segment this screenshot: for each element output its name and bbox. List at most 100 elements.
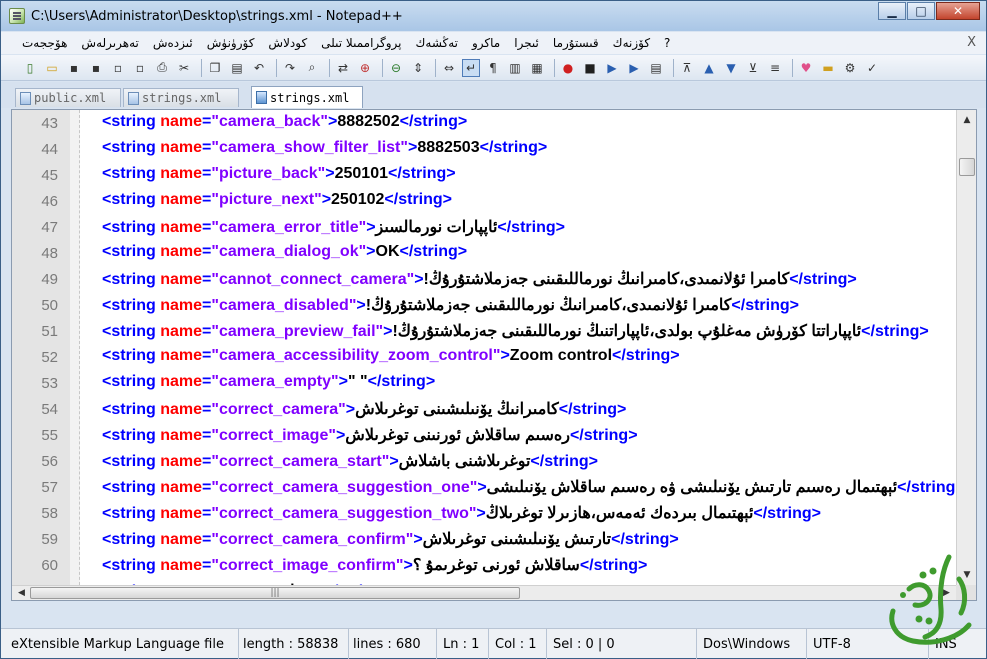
close-button[interactable]: ✕ xyxy=(936,2,980,20)
indent-guide-icon[interactable]: ▥ xyxy=(506,59,524,77)
code-line[interactable]: 45 <string name="picture_back">250101</st… xyxy=(12,162,957,188)
menu-item-3[interactable]: كۆرۈنۈش xyxy=(200,36,262,50)
find-icon[interactable]: ⌕ xyxy=(303,59,321,77)
user-lang-icon[interactable]: ▦ xyxy=(528,59,546,77)
code-line[interactable]: 54 <string name="correct_camera">كامىرانى… xyxy=(12,396,957,422)
menu-item-1[interactable]: تەھرىرلەش xyxy=(74,36,145,50)
menu-item-2[interactable]: ئىزدەش xyxy=(146,36,200,50)
xml-equals: = xyxy=(202,219,212,236)
sync-vertical-icon[interactable]: ⇕ xyxy=(409,59,427,77)
code-line[interactable]: 55 <string name="correct_image">رەسىم ساق… xyxy=(12,422,957,448)
sync-horizontal-icon[interactable]: ⇔ xyxy=(440,59,458,77)
code-line[interactable]: 53 <string name="camera_empty">" "</strin… xyxy=(12,370,957,396)
menu-item-8[interactable]: ئىجرا xyxy=(507,36,546,50)
copy-icon[interactable]: ❐ xyxy=(206,59,224,77)
editor[interactable]: 43 <string name="camera_back">8882502</st… xyxy=(11,109,977,601)
xml-attribute-name: name xyxy=(160,373,203,390)
toolbar: ▯ ▭ ▪ ▪ ▫ ▫ ⎙ ✂ ❐ ▤ ↶ ↷ ⌕ ⇄ ⊕ ⊖ ⇕ ⇔ ↵ ¶ ▥ ▦ ● ■ ▶ ▶ ▤ ⊼ ▲ ▼ ⊻ ≡ ♥ ▬ ⚙ ✓ xyxy=(1,55,986,81)
code-line[interactable]: 48 <string name="camera_dialog_ok">OK</st… xyxy=(12,240,957,266)
menu-item-11[interactable]: ? xyxy=(657,36,677,50)
up-icon[interactable]: ▲ xyxy=(700,59,718,77)
code-line[interactable]: 47 <string name="camera_error_title">ئاپپ… xyxy=(12,214,957,240)
vertical-scrollbar[interactable]: ▲ ▼ xyxy=(956,110,976,585)
record-macro-icon[interactable]: ● xyxy=(559,59,577,77)
code-line[interactable]: 58 <string name="correct_camera_suggestio… xyxy=(12,500,957,526)
list-icon[interactable]: ≡ xyxy=(766,59,784,77)
zoom-out-icon[interactable]: ⊖ xyxy=(387,59,405,77)
menu-item-10[interactable]: كۆزنەك xyxy=(606,36,657,50)
xml-tag-end: > xyxy=(500,347,510,364)
xml-close-tag: </string> xyxy=(399,113,468,130)
xml-attribute-name: name xyxy=(160,165,203,182)
expand-icon[interactable]: ⊻ xyxy=(744,59,762,77)
new-file-icon[interactable]: ▯ xyxy=(21,59,39,77)
xml-attribute-value: "correct_camera_confirm" xyxy=(211,531,414,548)
vertical-scroll-thumb[interactable] xyxy=(959,158,975,176)
title-bar[interactable]: C:\Users\Administrator\Desktop\strings.x… xyxy=(1,1,986,31)
replace-icon[interactable]: ⇄ xyxy=(334,59,352,77)
spellcheck-icon[interactable]: ✓ xyxy=(863,59,881,77)
down-icon[interactable]: ▼ xyxy=(722,59,740,77)
code-line[interactable]: 52 <string name="camera_accessibility_zoo… xyxy=(12,344,957,370)
close-icon[interactable]: ▫ xyxy=(109,59,127,77)
xml-attribute-value: "camera_error_title" xyxy=(211,219,367,236)
maximize-button[interactable]: □ xyxy=(907,2,935,20)
code-line[interactable]: 56 <string name="correct_camera_start">تو… xyxy=(12,448,957,474)
open-file-icon[interactable]: ▭ xyxy=(43,59,61,77)
code-line[interactable]: 57 <string name="correct_camera_suggestio… xyxy=(12,474,957,500)
tab-strings-xml[interactable]: strings.xml xyxy=(123,88,239,107)
menu-item-0[interactable]: ھۆججەت xyxy=(15,36,74,50)
code-line[interactable]: 43 <string name="camera_back">8882502</st… xyxy=(12,110,957,136)
horizontal-scrollbar[interactable]: ◀ ||| ▶ xyxy=(12,585,956,600)
menu-item-6[interactable]: تەڭشەك xyxy=(409,36,466,50)
xml-open-tag: <string xyxy=(102,113,161,130)
xml-close-tag: </string> xyxy=(611,531,679,548)
tab-strings-xml-active[interactable]: strings.xml xyxy=(251,86,363,108)
play-multiple-icon[interactable]: ▶ xyxy=(625,59,643,77)
zoom-in-icon[interactable]: ⊕ xyxy=(356,59,374,77)
xml-equals: = xyxy=(202,373,212,390)
code-line[interactable]: 50 <string name="camera_disabled">!كامىرا… xyxy=(12,292,957,318)
xml-attribute-value: "camera_empty" xyxy=(211,373,339,390)
code-text: <string name="camera_show_filter_list">8… xyxy=(102,139,957,157)
code-line[interactable]: 59 <string name="correct_camera_confirm">… xyxy=(12,526,957,552)
word-wrap-icon[interactable]: ↵ xyxy=(462,58,480,77)
xml-attribute-name: name xyxy=(160,297,203,314)
minimize-button[interactable]: ▁ xyxy=(878,2,906,20)
save-icon[interactable]: ▪ xyxy=(65,59,83,77)
xml-text-content: رەسىم ساقلاش ئورنىنى توغرىلاش xyxy=(345,427,570,444)
cut-icon[interactable]: ✂ xyxy=(175,59,193,77)
tools-icon[interactable]: ⚙ xyxy=(841,59,859,77)
toolbar-separator xyxy=(673,58,674,77)
code-line[interactable]: 44 <string name="camera_show_filter_list"… xyxy=(12,136,957,162)
play-macro-icon[interactable]: ▶ xyxy=(603,59,621,77)
stop-macro-icon[interactable]: ■ xyxy=(581,59,599,77)
save-macro-icon[interactable]: ▤ xyxy=(647,59,665,77)
show-all-chars-icon[interactable]: ¶ xyxy=(484,59,502,77)
close-all-icon[interactable]: ▫ xyxy=(131,59,149,77)
horizontal-scroll-thumb[interactable]: ||| xyxy=(30,587,520,599)
scroll-up-icon[interactable]: ▲ xyxy=(959,112,975,128)
menu-item-9[interactable]: قىستۇرما xyxy=(546,36,606,50)
menu-item-5[interactable]: پروگراممىلا تىلى xyxy=(314,36,408,50)
close-document-icon[interactable]: X xyxy=(967,35,976,50)
print-icon[interactable]: ⎙ xyxy=(153,59,171,77)
paste-icon[interactable]: ▤ xyxy=(228,59,246,77)
folder-icon[interactable]: ▬ xyxy=(819,59,837,77)
code-line[interactable]: 49 <string name="cannot_connect_camera">!… xyxy=(12,266,957,292)
line-number: 55 xyxy=(41,427,58,444)
xml-tag-end: > xyxy=(321,191,332,208)
scroll-left-icon[interactable]: ◀ xyxy=(14,586,29,600)
save-all-icon[interactable]: ▪ xyxy=(87,59,105,77)
tab-public-xml[interactable]: public.xml xyxy=(15,88,121,107)
heart-icon[interactable]: ♥ xyxy=(797,59,815,77)
code-line[interactable]: 46 <string name="picture_next">250102</st… xyxy=(12,188,957,214)
code-line[interactable]: 51 <string name="camera_preview_fail">!ئا… xyxy=(12,318,957,344)
collapse-icon[interactable]: ⊼ xyxy=(678,59,696,77)
undo-icon[interactable]: ↶ xyxy=(250,59,268,77)
menu-item-7[interactable]: ماكرو xyxy=(465,36,507,50)
xml-tag-end: > xyxy=(407,139,418,156)
code-line[interactable]: 60 <string name="correct_image_confirm">س… xyxy=(12,552,957,578)
menu-item-4[interactable]: كودلاش xyxy=(261,36,314,50)
redo-icon[interactable]: ↷ xyxy=(281,59,299,77)
